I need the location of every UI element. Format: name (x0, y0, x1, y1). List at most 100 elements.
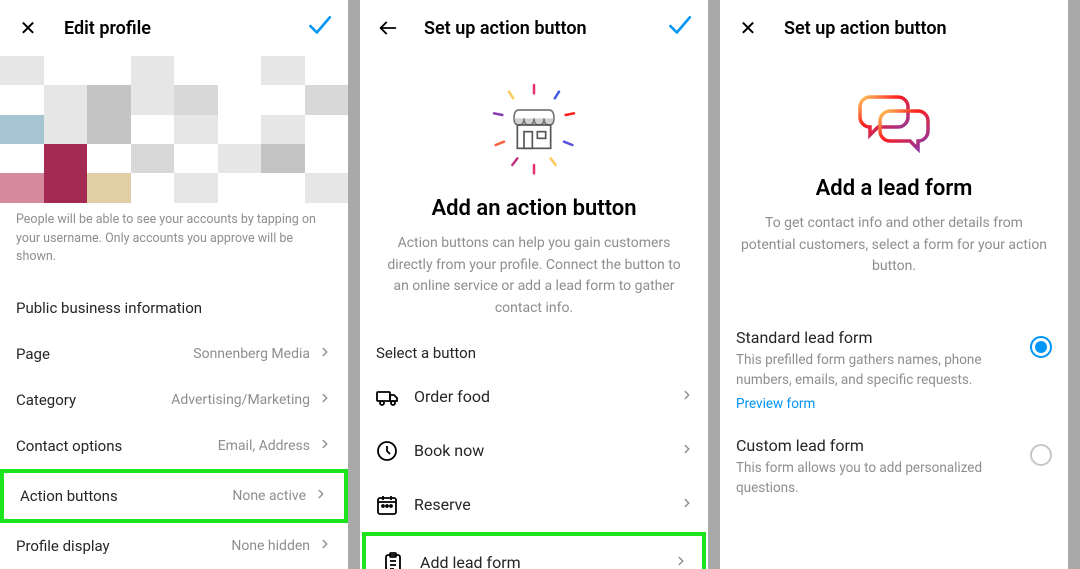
section-header: Public business information (0, 285, 348, 331)
mosaic-cell (305, 144, 349, 173)
hero-description: To get contact info and other details fr… (740, 213, 1048, 278)
confirm-check-icon[interactable] (666, 13, 692, 43)
option-label: Reserve (414, 495, 680, 514)
action-button-option-order-food[interactable]: Order food (360, 370, 708, 424)
row-value: None active (232, 488, 306, 504)
mosaic-cell (44, 173, 88, 202)
mosaic-cell (0, 56, 44, 85)
settings-row-page[interactable]: PageSonnenberg Media (0, 331, 348, 377)
mosaic-cell (261, 144, 305, 173)
lead-form-option-custom-lead-form[interactable]: Custom lead form This form allows you to … (720, 424, 1068, 510)
settings-row-action-buttons[interactable]: Action buttonsNone active (0, 469, 348, 523)
row-value: Email, Address (218, 438, 310, 454)
header: Edit profile (0, 0, 348, 56)
chevron-right-icon (680, 495, 694, 514)
confirm-check-icon[interactable] (306, 13, 332, 43)
settings-row-category[interactable]: CategoryAdvertising/Marketing (0, 377, 348, 423)
mosaic-cell (131, 173, 175, 202)
mosaic-cell (44, 144, 88, 173)
option-label: Order food (414, 387, 680, 406)
mosaic-cell (87, 56, 131, 85)
row-label: Category (16, 391, 171, 409)
hero-title: Add a lead form (816, 176, 973, 201)
settings-row-contact-options[interactable]: Contact optionsEmail, Address (0, 423, 348, 469)
edit-profile-screen: Edit profile People will be able to see … (0, 0, 348, 569)
chevron-right-icon (318, 391, 332, 409)
chevron-right-icon (318, 437, 332, 455)
close-icon[interactable] (16, 16, 40, 40)
header: Set up action button (720, 0, 1068, 56)
mosaic-cell (218, 173, 262, 202)
row-label: Contact options (16, 437, 218, 455)
mosaic-cell (218, 144, 262, 173)
mosaic-cell (261, 56, 305, 85)
action-button-option-book-now[interactable]: Book now (360, 424, 708, 478)
mosaic-cell (87, 115, 131, 144)
storefront-icon (484, 80, 584, 180)
mosaic-cell (131, 85, 175, 114)
row-value: Advertising/Marketing (171, 392, 310, 408)
mosaic-cell (218, 115, 262, 144)
mosaic-cell (0, 85, 44, 114)
mosaic-cell (174, 85, 218, 114)
close-icon[interactable] (736, 16, 760, 40)
chevron-right-icon (680, 387, 694, 406)
hero-section: Add an action button Action buttons can … (360, 56, 708, 328)
mosaic-cell (305, 173, 349, 202)
option-description: This form allows you to add personalized… (736, 459, 1020, 498)
hero-title: Add an action button (431, 196, 636, 221)
calendar-icon (374, 492, 400, 518)
mosaic-cell (174, 144, 218, 173)
mosaic-cell (87, 173, 131, 202)
hero-description: Action buttons can help you gain custome… (380, 233, 688, 320)
action-button-option-add-lead-form[interactable]: Add lead form (362, 532, 706, 569)
option-label: Add lead form (420, 553, 674, 569)
mosaic-cell (174, 115, 218, 144)
preview-form-link[interactable]: Preview form (736, 396, 815, 412)
mosaic-cell (305, 56, 349, 85)
option-title: Custom lead form (736, 436, 1020, 455)
mosaic-cell (44, 56, 88, 85)
row-label: Page (16, 345, 193, 363)
mosaic-cell (218, 85, 262, 114)
radio-button[interactable] (1030, 336, 1052, 358)
mosaic-cell (174, 56, 218, 85)
mosaic-cell (44, 115, 88, 144)
mosaic-cell (261, 115, 305, 144)
privacy-note: People will be able to see your accounts… (0, 203, 348, 285)
mosaic-cell (87, 85, 131, 114)
mosaic-cell (261, 85, 305, 114)
header: Set up action button (360, 0, 708, 56)
radio-button[interactable] (1030, 444, 1052, 466)
chat-bubbles-icon (844, 80, 944, 160)
mosaic-cell (0, 115, 44, 144)
option-title: Standard lead form (736, 328, 1020, 347)
chevron-right-icon (318, 345, 332, 363)
lead-form-option-standard-lead-form[interactable]: Standard lead formThis prefilled form ga… (720, 316, 1068, 424)
hero-section: Add a lead form To get contact info and … (720, 56, 1068, 286)
mosaic-cell (44, 85, 88, 114)
lead-form-setup-screen: Set up action button Add a lead form To … (720, 0, 1068, 569)
action-button-setup-screen: Set up action button (360, 0, 708, 569)
mosaic-cell (131, 56, 175, 85)
profile-banner-mosaic (0, 56, 348, 203)
chevron-right-icon (680, 441, 694, 460)
select-button-header: Select a button (360, 328, 708, 370)
mosaic-cell (305, 85, 349, 114)
page-title: Set up action button (784, 18, 1052, 39)
mosaic-cell (305, 115, 349, 144)
chevron-right-icon (318, 537, 332, 555)
settings-row-profile-display[interactable]: Profile displayNone hidden (0, 523, 348, 569)
mosaic-cell (174, 173, 218, 202)
row-value: Sonnenberg Media (193, 346, 310, 362)
row-label: Action buttons (20, 487, 232, 505)
row-value: None hidden (231, 538, 310, 554)
action-button-option-reserve[interactable]: Reserve (360, 478, 708, 532)
page-title: Edit profile (64, 18, 306, 39)
page-title: Set up action button (424, 18, 666, 39)
mosaic-cell (87, 144, 131, 173)
mosaic-cell (0, 144, 44, 173)
row-label: Profile display (16, 537, 231, 555)
clock-icon (374, 438, 400, 464)
back-icon[interactable] (376, 16, 400, 40)
